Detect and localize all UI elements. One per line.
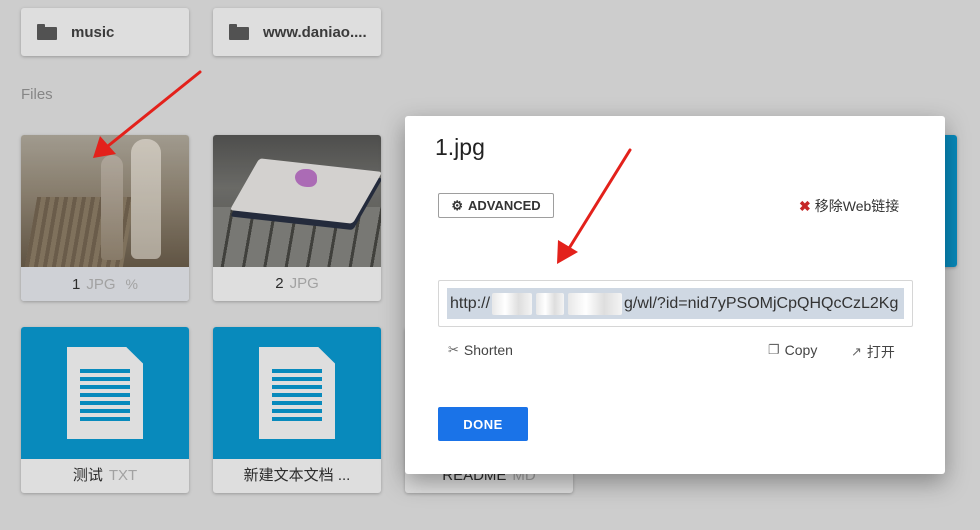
copy-button[interactable]: ❐ Copy (768, 342, 817, 358)
advanced-button[interactable]: ⚙ ADVANCED (438, 193, 554, 218)
scissors-icon: ✂ (448, 342, 459, 357)
remove-web-link-label: 移除Web链接 (814, 198, 900, 214)
dialog-title: 1.jpg (435, 134, 485, 160)
shorten-label: Shorten (463, 342, 513, 358)
advanced-label: ADVANCED (467, 198, 541, 213)
close-icon: ✖ (799, 197, 811, 214)
redacted-url-part (536, 292, 565, 315)
copy-icon: ❐ (768, 342, 780, 357)
external-link-icon: ↗ (851, 344, 862, 359)
copy-label: Copy (784, 342, 818, 358)
remove-web-link-button[interactable]: ✖ 移除Web链接 (799, 196, 899, 216)
shorten-button[interactable]: ✂ Shorten (448, 342, 513, 358)
redacted-url-part (492, 292, 533, 315)
redacted-url-part (568, 292, 623, 315)
url-prefix: http:// (450, 294, 491, 312)
share-url-input[interactable]: http:// g/wl/?id=nid7yPSOMjCpQHQcCzL2Kg (447, 288, 904, 319)
open-link-button[interactable]: ↗ 打开 (851, 342, 895, 362)
share-link-dialog: 1.jpg ⚙ ADVANCED ✖ 移除Web链接 http:// g/wl/… (405, 116, 945, 474)
url-suffix: g/wl/?id=nid7yPSOMjCpQHQcCzL2Kg (624, 294, 899, 312)
share-url-field: http:// g/wl/?id=nid7yPSOMjCpQHQcCzL2Kg (438, 280, 913, 327)
open-label: 打开 (866, 344, 895, 360)
gear-icon: ⚙ (451, 197, 463, 213)
done-button[interactable]: DONE (438, 407, 528, 441)
